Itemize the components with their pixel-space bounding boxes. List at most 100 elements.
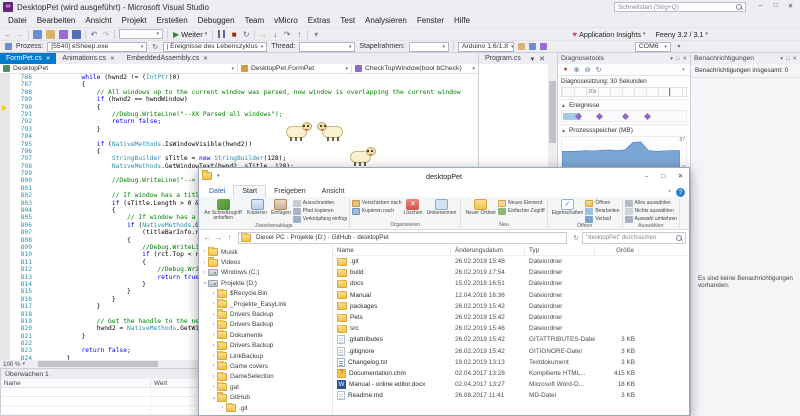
tab-group-close-icon[interactable]: ✕	[536, 53, 548, 64]
minimize-button[interactable]: –	[753, 0, 768, 11]
zoom-out-icon[interactable]: ⊖	[583, 65, 592, 75]
file-row[interactable]: .gitattributes 26.02.2019 15:42 GITATTRIBU…	[333, 334, 689, 345]
serial-monitor-icon[interactable]: ▾	[674, 41, 684, 52]
tree-item-projekte-d[interactable]: › Projekte (D:)	[199, 278, 332, 288]
collapsed-arrow-icon[interactable]: ›	[210, 353, 217, 359]
tree-item-musik[interactable]: › Musik	[199, 247, 332, 257]
column-header-name[interactable]: Name	[333, 245, 451, 255]
file-row[interactable]: Changelog.txt 19.02.2019 13:13 Textdokumen…	[333, 357, 689, 368]
column-header-gr-e[interactable]: Größe	[595, 245, 639, 255]
collapsed-arrow-icon[interactable]: ›	[201, 270, 208, 276]
vmicro-build-icon[interactable]	[528, 43, 536, 50]
vmicro-upload-icon[interactable]	[539, 43, 547, 50]
class-dropdown[interactable]: DesktopPet.FormPet ▾	[238, 64, 352, 73]
tree-item-linkbackup[interactable]: › LinkBackup	[199, 350, 332, 361]
step-out-icon[interactable]: ↑	[294, 29, 304, 40]
tab-close-icon[interactable]: ✕	[46, 56, 51, 62]
step-into-icon[interactable]: ↓	[270, 29, 280, 40]
method-dropdown[interactable]: CheckTopWindow(bool bCheck) ▾	[352, 64, 478, 73]
menu-debuggen[interactable]: Debuggen	[193, 16, 240, 25]
ribbon-button-an-schnellzugriff-anheften[interactable]: An Schnellzugriff anheften	[201, 198, 245, 222]
collapsed-arrow-icon[interactable]: ›	[210, 343, 217, 349]
menu-extras[interactable]: Extras	[303, 16, 336, 25]
menu-datei[interactable]: Datei	[3, 16, 32, 25]
event-marker-icon[interactable]	[595, 112, 604, 121]
explorer-search-input[interactable]: "desktopPet" durchsuchen	[582, 231, 686, 244]
scrollbar-thumb[interactable]	[38, 361, 158, 367]
ribbon-button-kopieren[interactable]: Kopieren	[245, 198, 269, 216]
restart-debug-icon[interactable]: ↻	[241, 29, 251, 40]
process-combo[interactable]: [5540] eSheep.exe	[47, 41, 148, 52]
pause-icon[interactable]	[218, 30, 226, 38]
collapsed-arrow-icon[interactable]: ›	[210, 312, 217, 318]
breakpoint-margin[interactable]	[0, 74, 10, 361]
tree-item-drivers-backup[interactable]: › Drivers Backup	[199, 340, 332, 351]
file-row[interactable]: docs 15.02.2018 16:51 Dateiordner	[333, 278, 689, 289]
float-window-icon[interactable]: □	[786, 56, 789, 62]
redo-icon[interactable]: ↷	[101, 29, 111, 40]
save-icon[interactable]	[59, 29, 68, 39]
toolbar-options-dropdown-icon[interactable]: ▾	[311, 29, 321, 40]
file-row[interactable]: Manual - online editor.docx 02.04.2017 13…	[333, 379, 689, 390]
refresh-process-icon[interactable]: ↻	[150, 41, 160, 52]
feeny-dropdown[interactable]: Feeny 3.2 / 3.1	[656, 30, 704, 39]
ribbon-button-umbenennen[interactable]: Umbenennen	[424, 198, 458, 216]
file-row[interactable]: build 26.02.2019 17:54 Dateiordner	[333, 267, 689, 278]
chevron-down-icon[interactable]: ▾	[780, 56, 783, 62]
back-icon[interactable]: ←	[202, 233, 213, 242]
breadcrumb[interactable]: Dieser PC › Projekte (D:) › GitHub › desktopPe…	[238, 231, 567, 244]
column-header-typ[interactable]: Typ	[525, 245, 595, 255]
tab-program-cs[interactable]: Program.cs	[479, 53, 527, 64]
expanded-arrow-icon[interactable]: ›	[211, 394, 217, 401]
event-marker-icon[interactable]	[643, 112, 652, 121]
menu-ansicht[interactable]: Ansicht	[80, 16, 116, 25]
collapsed-arrow-icon[interactable]: ›	[201, 260, 208, 266]
tree-item-dokumente[interactable]: › Dokumente	[199, 330, 332, 340]
tab-close-icon[interactable]: ✕	[110, 56, 115, 62]
undo-icon[interactable]: ↶	[89, 29, 99, 40]
tab-embeddedassembly-cs[interactable]: EmbeddedAssembly.cs ✕	[121, 53, 214, 64]
close-button[interactable]: ✕	[672, 169, 689, 184]
close-icon[interactable]: ✕	[682, 56, 687, 62]
ribbon-button-pfad-kopieren[interactable]: Pfad kopieren	[292, 207, 347, 215]
maximize-button[interactable]: □	[768, 0, 783, 11]
com-port-combo[interactable]: COM6	[634, 41, 671, 52]
tree-item-game-covers[interactable]: › Game covers	[199, 361, 332, 371]
file-row[interactable]: .gitignore 26.02.2019 15:42 GITIGNORE-Date…	[333, 346, 689, 357]
chevron-down-icon[interactable]: ▾	[670, 56, 673, 62]
reset-view-icon[interactable]: ↻	[594, 65, 603, 75]
collapsed-arrow-icon[interactable]: ›	[210, 332, 217, 338]
tree-item-recycle-bin[interactable]: › $Recycle.Bin	[199, 288, 332, 299]
step-over-icon[interactable]: ↷	[282, 29, 292, 40]
ribbon-button-nichts-ausw-hlen[interactable]: Nichts auswählen	[624, 207, 678, 215]
file-row[interactable]: src 26.02.2019 15:46 Dateiordner	[333, 323, 689, 334]
ribbon-button-verkn-pfung-einf-gen[interactable]: Verknüpfung einfügen	[292, 215, 347, 223]
menu-team[interactable]: Team	[240, 16, 270, 25]
collapsed-arrow-icon[interactable]: ›	[219, 405, 226, 411]
file-row[interactable]: .git 26.02.2019 15:48 Dateiordner	[333, 256, 689, 267]
tree-item-github[interactable]: › GitHub	[199, 392, 332, 402]
menu-projekt[interactable]: Projekt	[117, 16, 152, 25]
tree-item-videos[interactable]: › Videos	[199, 257, 332, 267]
ribbon-button-ausschneiden[interactable]: Ausschneiden	[292, 199, 347, 207]
tree-item-drivers-backup[interactable]: › Drivers Backup	[199, 319, 332, 330]
file-row[interactable]: Manual 12.04.2016 16:36 Dateiordner	[333, 290, 689, 301]
close-button[interactable]: ✕	[783, 0, 798, 11]
events-section-header[interactable]: ▲ Ereignisse	[558, 99, 690, 110]
stop-debug-icon[interactable]: ■	[229, 29, 239, 40]
ribbon-button-eigenschaften[interactable]: Eigenschaften	[550, 198, 586, 216]
minimize-button[interactable]: –	[638, 169, 655, 184]
float-window-icon[interactable]: □	[676, 56, 679, 62]
up-icon[interactable]: ↑	[224, 233, 235, 242]
file-row[interactable]: Documentation.chm 02.04.2017 13:28 Kompili…	[333, 368, 689, 379]
quick-launch-search[interactable]: Schnellstart (Strg+Q)	[614, 2, 746, 12]
ribbon-button-einfacher-zugriff[interactable]: Einfacher Zugriff	[498, 207, 545, 215]
breadcrumb-desktoppet[interactable]: desktopPet	[355, 234, 391, 241]
configuration-combo[interactable]	[119, 29, 163, 39]
ribbon-button-verlauf[interactable]: Verlauf	[585, 215, 619, 223]
tab-formpet-cs[interactable]: FormPet.cs ✕	[0, 53, 57, 64]
ribbon-tab-ansicht[interactable]: Ansicht	[314, 185, 353, 197]
ribbon-tab-freigeben[interactable]: Freigeben	[266, 185, 314, 197]
ribbon-button-auswahl-umkehren[interactable]: Auswahl umkehren	[624, 215, 677, 223]
chevron-down-icon[interactable]: ▾	[679, 65, 688, 75]
